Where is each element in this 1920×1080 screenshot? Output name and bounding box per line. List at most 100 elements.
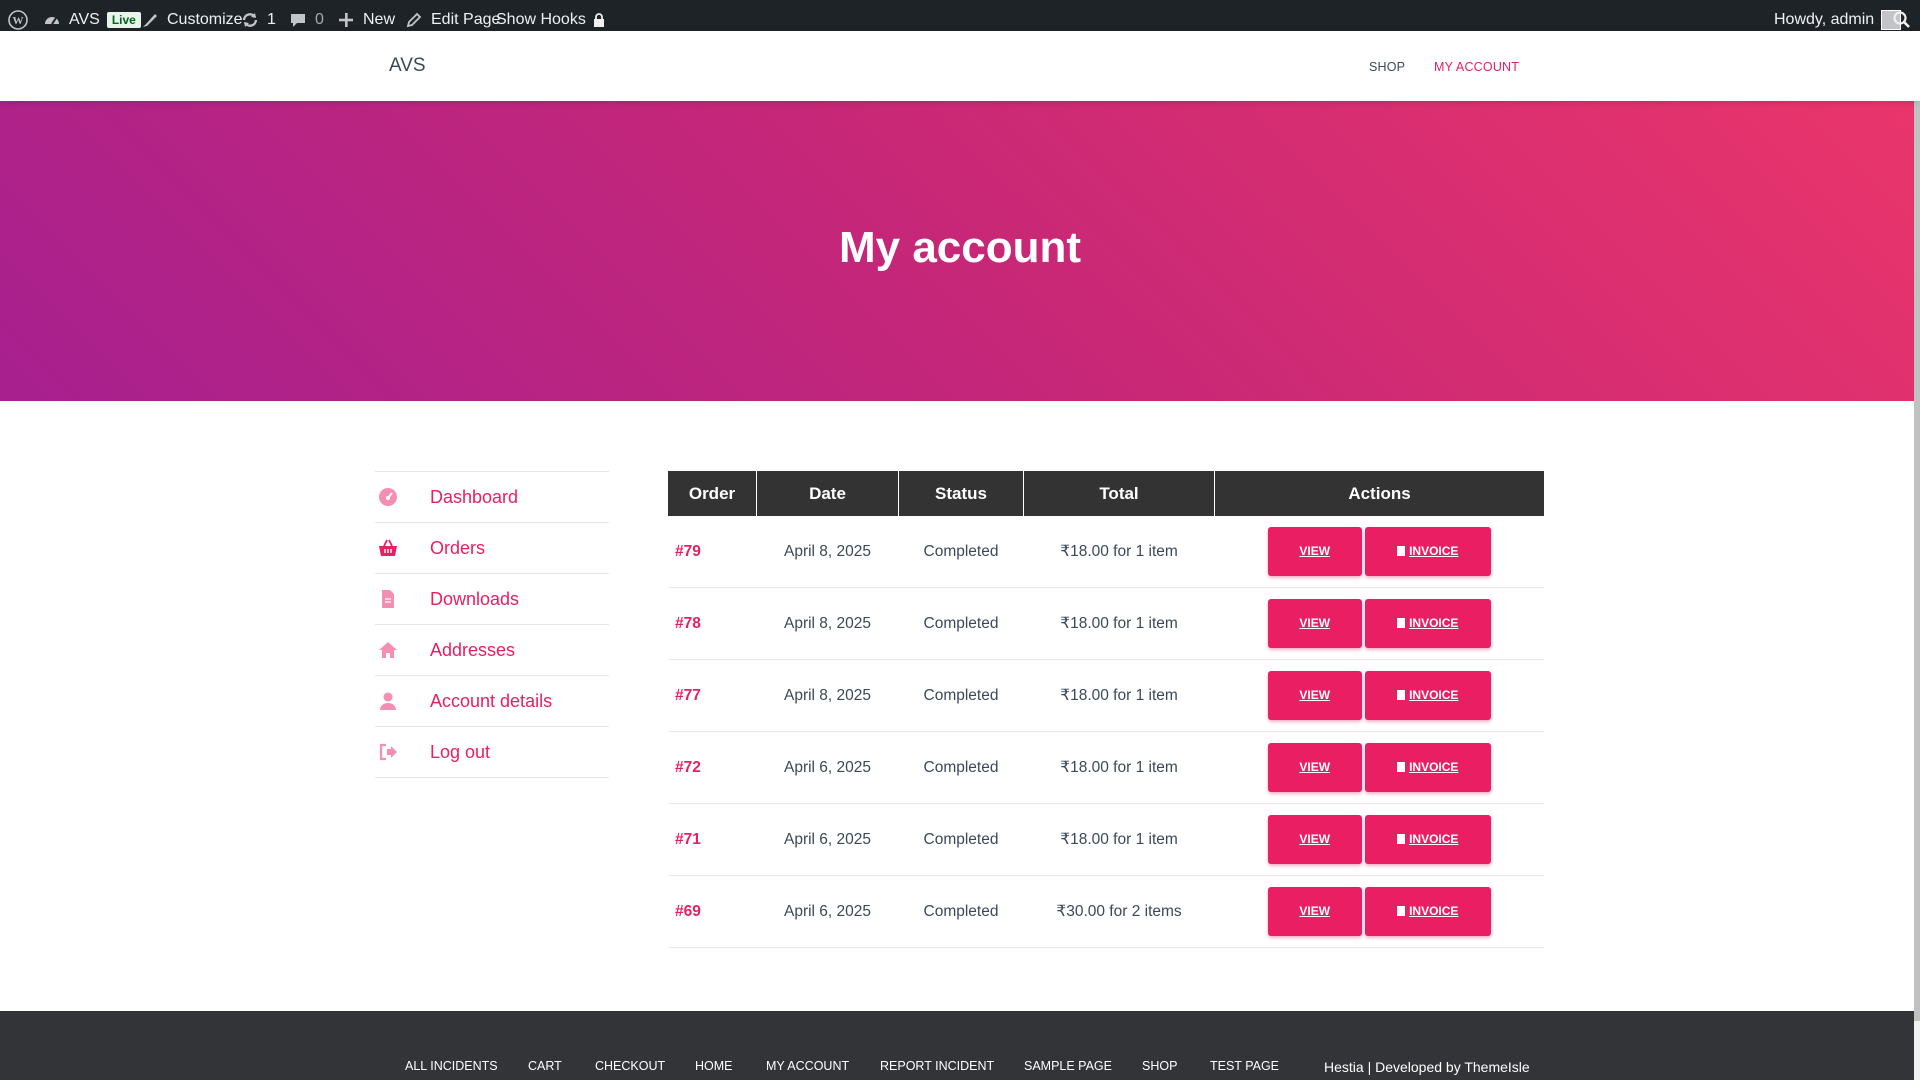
comments-count: 0: [315, 10, 324, 28]
footer-link-sample-page[interactable]: SAMPLE PAGE: [1024, 1059, 1112, 1073]
order-number-link[interactable]: #78: [668, 587, 757, 660]
document-icon: [1397, 906, 1406, 916]
order-number-link[interactable]: #72: [668, 731, 757, 804]
site-brand[interactable]: AVS: [389, 55, 426, 77]
table-row: #79 April 8, 2025 Completed ₹18.00 for 1 it…: [668, 516, 1544, 588]
view-order-button[interactable]: VIEW: [1267, 599, 1362, 648]
account-nav-label: Account details: [430, 690, 553, 711]
edit-page-label: Edit Page: [431, 10, 501, 28]
order-total: ₹18.00 for 1 item: [1023, 731, 1215, 804]
column-header-order: Order: [668, 471, 757, 516]
view-order-button[interactable]: VIEW: [1267, 671, 1362, 720]
account-nav-label: Downloads: [430, 588, 520, 609]
account-nav-dashboard[interactable]: Dashboard: [375, 471, 609, 522]
footer-link-test-page[interactable]: TEST PAGE: [1210, 1059, 1279, 1073]
table-row: #71 April 6, 2025 Completed ₹18.00 for 1 it…: [668, 803, 1544, 876]
order-actions: VIEW INVOICE: [1214, 875, 1544, 948]
order-date: April 6, 2025: [756, 731, 899, 804]
view-order-button[interactable]: VIEW: [1267, 743, 1362, 792]
footer-credit: Hestia | Developed by ThemeIsle: [1324, 1059, 1530, 1075]
footer-link-home[interactable]: HOME: [695, 1059, 733, 1073]
account-nav-log-out[interactable]: Log out: [375, 726, 609, 778]
home-icon: [379, 642, 397, 658]
invoice-label: INVOICE: [1409, 904, 1459, 918]
document-icon: [1397, 834, 1406, 844]
page-scrollbar-thumb[interactable]: [1914, 31, 1920, 1021]
dashboard-icon: [379, 488, 397, 506]
plus-icon: [339, 12, 353, 27]
view-order-button[interactable]: VIEW: [1267, 527, 1362, 576]
account-nav-downloads[interactable]: Downloads: [375, 573, 609, 624]
order-date: April 8, 2025: [756, 516, 899, 588]
nav-my-account[interactable]: MY ACCOUNT: [1434, 60, 1519, 74]
logout-icon: [379, 743, 397, 761]
order-number-link[interactable]: #79: [668, 516, 757, 588]
new-label: New: [363, 10, 396, 28]
table-row: #72 April 6, 2025 Completed ₹18.00 for 1 it…: [668, 731, 1544, 804]
footer-link-report-incident[interactable]: REPORT INCIDENT: [880, 1059, 994, 1073]
table-row: #77 April 8, 2025 Completed ₹18.00 for 1 it…: [668, 659, 1544, 732]
basket-icon: [379, 539, 397, 556]
order-total: ₹30.00 for 2 items: [1023, 875, 1215, 948]
order-actions: VIEW INVOICE: [1214, 587, 1544, 660]
order-total: ₹18.00 for 1 item: [1023, 659, 1215, 732]
show-hooks-label: Show Hooks: [496, 10, 586, 28]
view-order-button[interactable]: VIEW: [1267, 887, 1362, 936]
document-icon: [1397, 618, 1406, 628]
footer-link-shop[interactable]: SHOP: [1142, 1059, 1177, 1073]
document-icon: [1397, 690, 1406, 700]
pencil-icon: [406, 12, 422, 27]
page-title: My account: [838, 223, 1082, 272]
user-icon: [380, 692, 396, 710]
invoice-label: INVOICE: [1409, 688, 1459, 702]
view-order-button[interactable]: VIEW: [1267, 815, 1362, 864]
invoice-button[interactable]: INVOICE: [1364, 815, 1491, 864]
order-actions: VIEW INVOICE: [1214, 516, 1544, 588]
order-total: ₹18.00 for 1 item: [1023, 587, 1215, 660]
order-actions: VIEW INVOICE: [1214, 659, 1544, 732]
footer-link-cart[interactable]: CART: [528, 1059, 562, 1073]
invoice-button[interactable]: INVOICE: [1364, 671, 1491, 720]
account-nav-orders[interactable]: Orders: [375, 522, 609, 573]
order-status: Completed: [898, 659, 1024, 732]
order-actions: VIEW INVOICE: [1214, 731, 1544, 804]
site-name: AVS: [69, 10, 100, 28]
order-date: April 6, 2025: [756, 875, 899, 948]
account-nav-label: Dashboard: [430, 486, 519, 507]
order-total: ₹18.00 for 1 item: [1023, 803, 1215, 876]
invoice-button[interactable]: INVOICE: [1364, 527, 1491, 576]
order-number-link[interactable]: #71: [668, 803, 757, 876]
updates-icon: [242, 12, 258, 27]
column-header-status: Status: [898, 471, 1024, 516]
order-status: Completed: [898, 587, 1024, 660]
dashboard-gauge-icon: [45, 16, 59, 25]
account-nav-addresses[interactable]: Addresses: [375, 624, 609, 675]
order-date: April 8, 2025: [756, 659, 899, 732]
site-header: AVS SHOP MY ACCOUNT: [0, 31, 1920, 101]
table-header-row: Order Date Status Total Actions: [668, 471, 1544, 516]
invoice-button[interactable]: INVOICE: [1364, 887, 1491, 936]
orders-table: Order Date Status Total Actions #79 April…: [668, 471, 1544, 948]
order-actions: VIEW INVOICE: [1214, 803, 1544, 876]
howdy-label: Howdy, admin: [1774, 10, 1875, 28]
order-number-link[interactable]: #77: [668, 659, 757, 732]
column-header-date: Date: [756, 471, 899, 516]
order-number-link[interactable]: #69: [668, 875, 757, 948]
footer-link-checkout[interactable]: CHECKOUT: [595, 1059, 665, 1073]
account-nav-account-details[interactable]: Account details: [375, 675, 609, 726]
invoice-label: INVOICE: [1409, 760, 1459, 774]
svg-text:W: W: [13, 15, 24, 27]
nav-shop[interactable]: SHOP: [1369, 60, 1405, 74]
invoice-button[interactable]: INVOICE: [1364, 743, 1491, 792]
footer-link-my-account[interactable]: MY ACCOUNT: [766, 1059, 849, 1073]
invoice-button[interactable]: INVOICE: [1364, 599, 1491, 648]
account-navigation: Dashboard Orders Downloads Addresses Acc…: [375, 471, 609, 778]
column-header-total: Total: [1023, 471, 1215, 516]
live-badge: Live: [106, 11, 141, 28]
footer-link-all-incidents[interactable]: ALL INCIDENTS: [405, 1059, 498, 1073]
document-icon: [1397, 546, 1406, 556]
invoice-label: INVOICE: [1409, 616, 1459, 630]
document-icon: [1397, 762, 1406, 772]
order-status: Completed: [898, 516, 1024, 588]
lock-icon: [593, 12, 604, 27]
